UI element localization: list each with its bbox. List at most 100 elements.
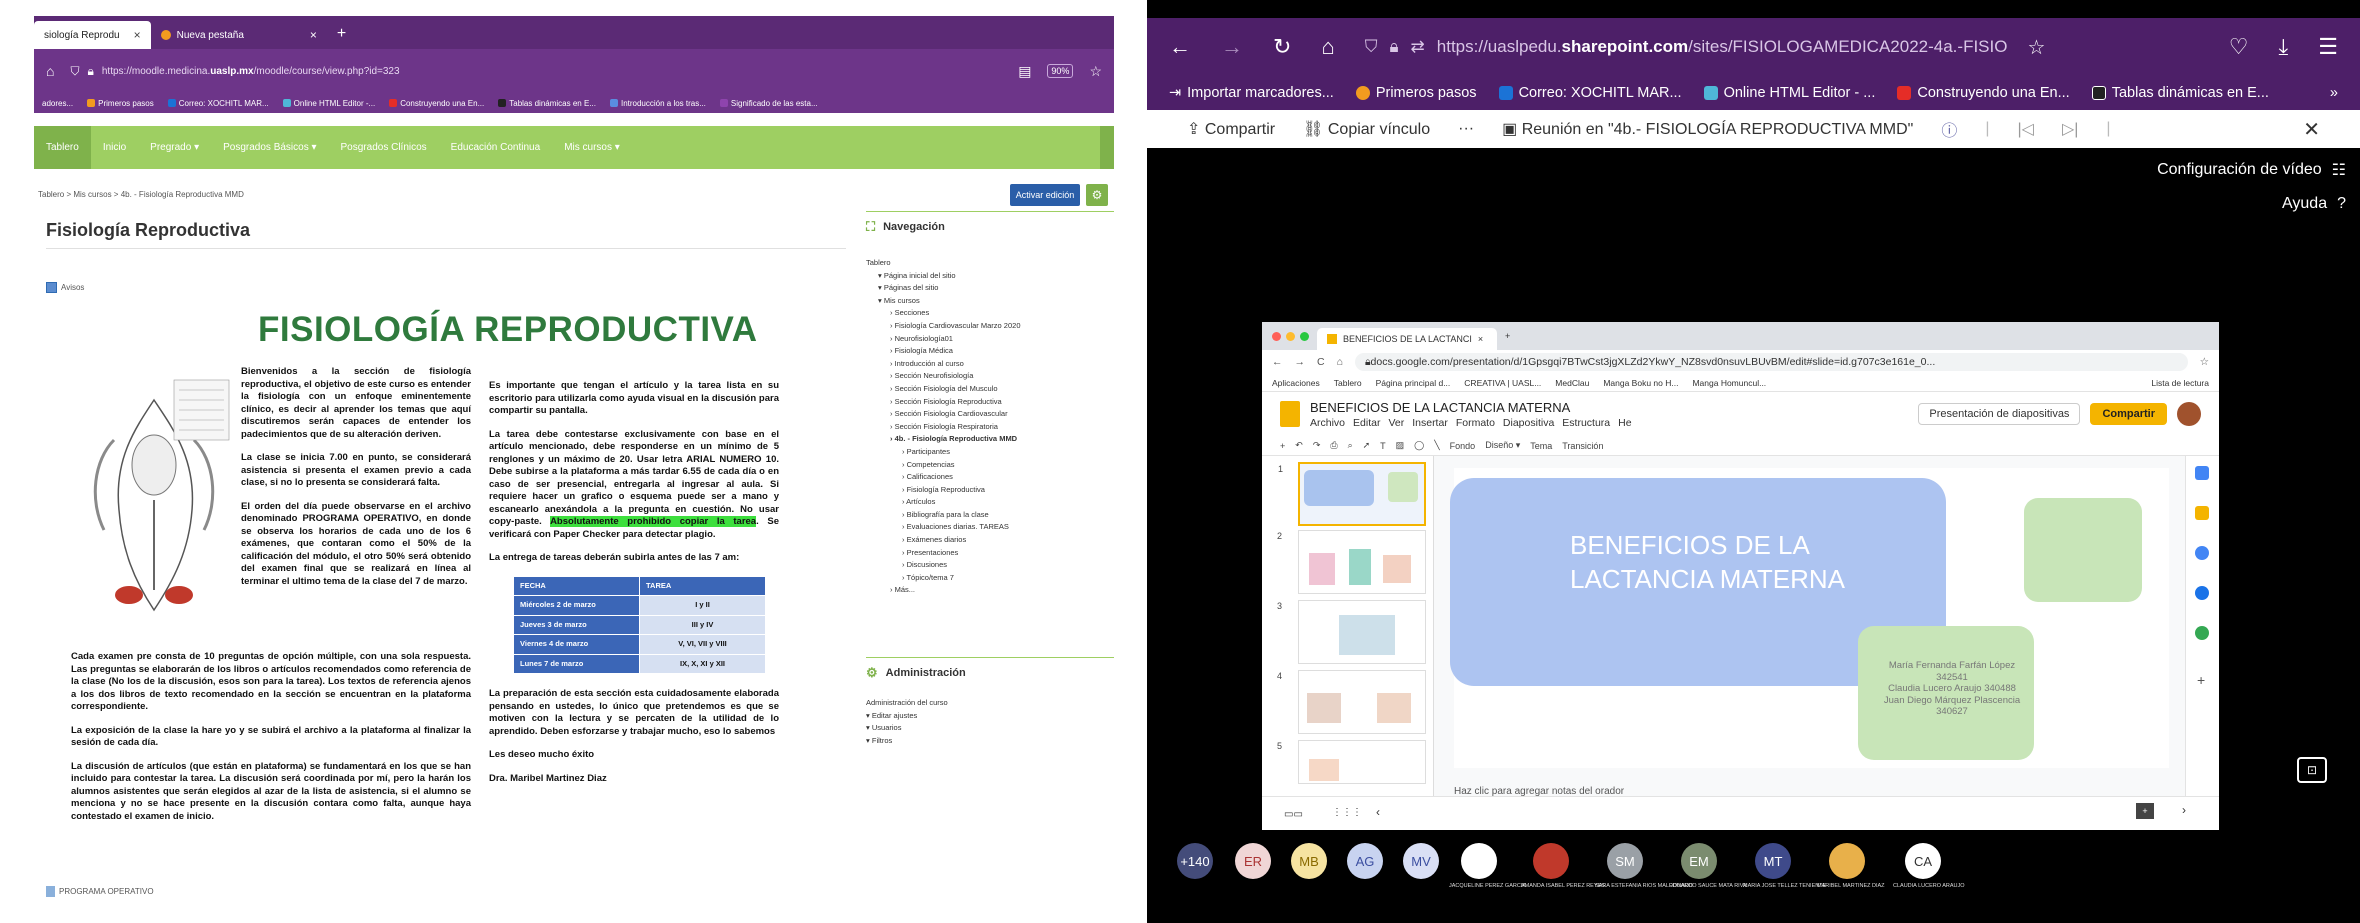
add-icon[interactable]: + (1280, 441, 1285, 451)
chrome-address-bar[interactable]: 🔒︎ docs.google.com/presentation/d/1Gpsgq… (1354, 353, 2188, 371)
shape-icon[interactable]: ◯ (1414, 440, 1424, 451)
redo-icon[interactable]: ↷ (1313, 440, 1321, 451)
participant-avatar[interactable]: +140 (1177, 843, 1213, 879)
toolbar-item[interactable]: Diseño ▾ (1485, 440, 1520, 451)
back-icon[interactable]: ← (1272, 356, 1283, 368)
filmstrip-view-icon[interactable]: ⋮⋮⋮ (1332, 807, 1362, 818)
bookmark[interactable]: ⇥ Importar marcadores... (1169, 85, 1334, 101)
close-icon[interactable]: × (134, 28, 141, 42)
line-icon[interactable]: ╲ (1434, 440, 1439, 451)
nav-tree-item[interactable]: ▾ Usuarios (866, 722, 1114, 735)
nav-tree-item[interactable]: › Fisiología Reproductiva (866, 484, 1114, 497)
gear-icon[interactable]: ⚙ (1086, 184, 1108, 206)
participant-avatar[interactable]: MT (1755, 843, 1791, 879)
chevron-left-icon[interactable]: ‹ (1376, 805, 1380, 819)
bookmark[interactable]: adores... (42, 99, 73, 108)
nav-tree-item[interactable]: › Sección Fisiología Cardiovascular (866, 408, 1114, 421)
nav-tree-item[interactable]: › Sección Neurofisiología (866, 370, 1114, 383)
nav-tree-item[interactable]: › Bibliografía para la clase (866, 509, 1114, 522)
nav-tree-item[interactable]: ▾ Filtros (866, 735, 1114, 748)
bookmark[interactable]: Introducción a los tras... (609, 99, 706, 108)
tab-moodle[interactable]: siología Reprodu × (34, 21, 151, 49)
doc-title[interactable]: BENEFICIOS DE LA LACTANCIA MATERNA (1310, 400, 1632, 415)
last-page-icon[interactable]: ▷| (2062, 119, 2078, 139)
menu-item-pregrado[interactable]: Pregrado ▾ (138, 142, 211, 153)
bookmark[interactable]: Manga Homuncul... (1692, 378, 1766, 388)
menu-item-mis-cursos[interactable]: Mis cursos ▾ (552, 142, 632, 153)
cursor-icon[interactable]: ➚ (1363, 440, 1371, 451)
nav-tree-item[interactable]: › Tópico/tema 7 (866, 572, 1114, 585)
participant-avatar[interactable]: MB (1291, 843, 1327, 879)
slide-thumbnail[interactable]: 5 (1277, 740, 1426, 784)
nav-tree-item[interactable]: › Participantes (866, 446, 1114, 459)
menu-item[interactable]: He (1618, 417, 1631, 429)
nav-tree-item[interactable]: › Sección Fisiología Respiratoria (866, 421, 1114, 434)
add-addon-icon[interactable]: + (2197, 672, 2205, 688)
toolbar-item[interactable]: Transición (1562, 441, 1603, 451)
toolbar-item[interactable]: Fondo (1450, 441, 1476, 451)
bookmark[interactable]: Correo: XOCHITL MAR... (1498, 85, 1682, 101)
bookmark[interactable]: CREATIVA | UASL... (1464, 378, 1541, 388)
menu-item[interactable]: Ver (1388, 417, 1404, 429)
participant-avatar[interactable] (1461, 843, 1497, 879)
left-address-bar[interactable]: ⛉ 🔒︎ https://moodle.medicina.uaslp.mx/mo… (70, 59, 1002, 83)
more-options-button[interactable]: ··· (1458, 120, 1474, 138)
participant-avatar[interactable]: SM (1607, 843, 1643, 879)
minimize-dot-icon[interactable] (1286, 331, 1295, 341)
breadcrumb[interactable]: Tablero > Mis cursos > 4b. - Fisiología … (38, 190, 244, 199)
bookmark[interactable]: Construyendo una En... (1897, 85, 2070, 101)
nav-tree-item[interactable]: › Fisiología Cardiovascular Marzo 2020 (866, 320, 1114, 333)
nav-tree-item[interactable]: › Sección Fisiología del Musculo (866, 383, 1114, 396)
new-tab-icon[interactable]: + (1505, 331, 1510, 341)
bookmark[interactable]: MedClau (1555, 378, 1589, 388)
close-icon[interactable]: × (1478, 334, 1483, 344)
bookmark[interactable]: Online HTML Editor -... (282, 99, 375, 108)
slide-canvas[interactable]: BENEFICIOS DE LA LACTANCIA MATERNA María… (1450, 468, 2169, 768)
share-button[interactable]: Compartir (2090, 403, 2167, 425)
slide-thumbnail[interactable]: 3 (1277, 600, 1426, 664)
bookmark[interactable]: Online HTML Editor - ... (1703, 85, 1875, 101)
nav-tree-item[interactable]: ▾ Página inicial del sitio (866, 270, 1114, 283)
info-icon[interactable]: ⓘ (1941, 117, 1957, 141)
new-tab-icon[interactable]: + (327, 25, 356, 49)
explore-icon[interactable]: + (2136, 803, 2154, 819)
undo-icon[interactable]: ↶ (1295, 440, 1303, 451)
nav-tree-item[interactable]: › 4b. - Fisiología Reproductiva MMD (866, 433, 1114, 446)
toolbar-item[interactable]: Tema (1530, 441, 1552, 451)
bookmark[interactable]: Construyendo una En... (389, 99, 484, 108)
slides-logo-icon[interactable] (1280, 401, 1300, 427)
menu-item[interactable]: Estructura (1562, 417, 1610, 429)
nav-tree-item[interactable]: › Fisiología Médica (866, 345, 1114, 358)
star-icon[interactable]: ☆ (2027, 35, 2045, 60)
tasks-icon[interactable] (2195, 546, 2209, 560)
bookmark[interactable]: Significado de las esta... (719, 99, 818, 108)
avatar[interactable] (2177, 402, 2201, 426)
image-icon[interactable]: ▨ (1396, 440, 1405, 451)
nav-tree-item[interactable]: ▾ Mis cursos (866, 295, 1114, 308)
pocket-icon[interactable]: ♡ (2229, 34, 2249, 60)
meeting-title[interactable]: ▣ Reunión en "4b.- FISIOLOGÍA REPRODUCTI… (1502, 119, 1913, 139)
tab-slides[interactable]: BENEFICIOS DE LA LACTANCI × (1317, 328, 1497, 350)
print-icon[interactable]: ⎙ (1330, 440, 1337, 451)
star-icon[interactable]: ☆ (2200, 356, 2209, 368)
participant-avatar[interactable]: EM (1681, 843, 1717, 879)
textbox-icon[interactable]: T (1380, 441, 1386, 451)
edit-mode-button[interactable]: Activar edición (1010, 184, 1080, 206)
keep-icon[interactable] (2195, 506, 2209, 520)
menu-item[interactable]: Diapositiva (1503, 417, 1554, 429)
participant-avatar[interactable]: ER (1235, 843, 1271, 879)
nav-tree-item[interactable]: Administración del curso (866, 697, 1114, 710)
copy-link-button[interactable]: ⛓ Copiar vínculo (1303, 119, 1430, 139)
maps-icon[interactable] (2195, 626, 2209, 640)
share-screen-icon[interactable]: ⊡ (2297, 757, 2327, 783)
download-icon[interactable]: ⤓ (2279, 34, 2289, 60)
bookmark[interactable]: Primeros pasos (87, 99, 154, 108)
bookmark[interactable]: Manga Boku no H... (1603, 378, 1678, 388)
bookmark[interactable]: Primeros pasos (1355, 85, 1477, 101)
forward-icon[interactable]: → (1295, 356, 1306, 368)
menu-item[interactable]: Editar (1353, 417, 1380, 429)
bookmark[interactable]: Página principal d... (1376, 378, 1451, 388)
slide-thumbnail[interactable]: 1 (1278, 462, 1426, 526)
bookmark[interactable]: Tablero (1334, 378, 1362, 388)
nav-tree-item[interactable]: ▾ Páginas del sitio (866, 282, 1114, 295)
